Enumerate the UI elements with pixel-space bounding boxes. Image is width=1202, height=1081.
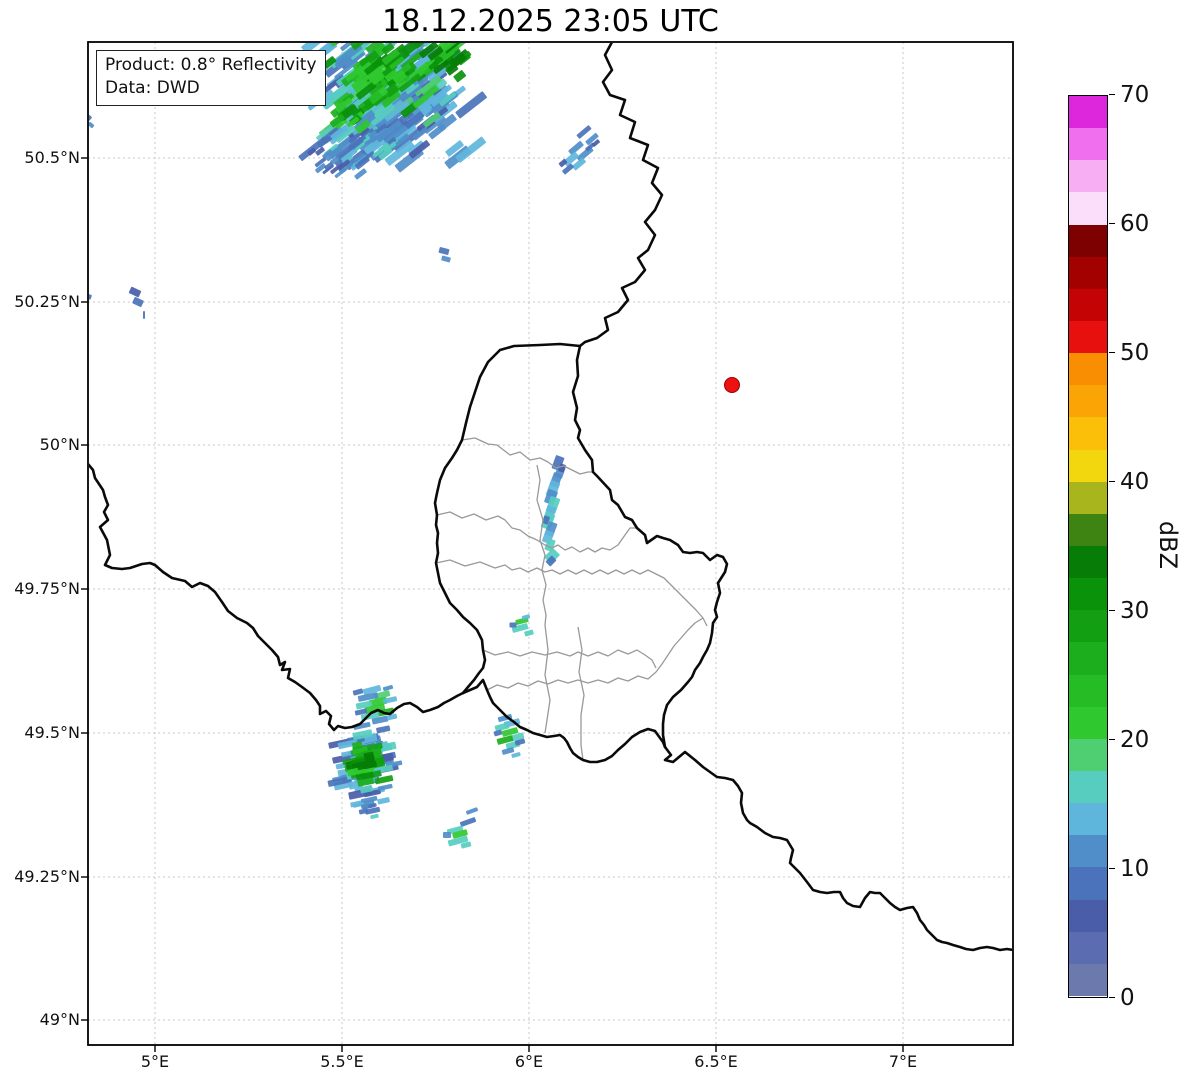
colorbar-segment — [1069, 321, 1107, 354]
colorbar-segment — [1069, 224, 1107, 258]
radar-echo-cluster-border-cell — [558, 125, 600, 175]
colorbar-tick — [1109, 94, 1115, 95]
x-tick-label: 5°E — [140, 1052, 170, 1071]
colorbar-tick — [1109, 997, 1115, 998]
country-border-path — [433, 342, 582, 695]
country-border-path — [578, 43, 664, 348]
radar-site-marker — [724, 377, 740, 393]
colorbar-segment — [1069, 160, 1107, 193]
colorbar-segment — [1069, 963, 1107, 997]
country-border-path — [89, 463, 465, 732]
y-tick-label: 49.5°N — [24, 723, 80, 742]
colorbar-segment — [1069, 481, 1107, 515]
colorbar-tick — [1109, 223, 1115, 224]
colorbar-segment — [1069, 353, 1107, 386]
colorbar-tick — [1109, 481, 1115, 482]
y-tick-label: 49.75°N — [14, 579, 80, 598]
colorbar-segment — [1069, 835, 1107, 868]
country-border-path — [461, 678, 667, 764]
colorbar-segment — [1069, 642, 1107, 676]
district-border-path — [577, 626, 585, 761]
colorbar-tick-label: 20 — [1120, 727, 1150, 753]
radar-echo-cluster-luxembourg-line-echo — [540, 455, 566, 567]
y-tick-label: 49.25°N — [14, 867, 80, 886]
colorbar-segment — [1069, 899, 1107, 933]
colorbar-segment — [1069, 417, 1107, 451]
product-info-box: Product: 0.8° Reflectivity Data: DWD — [96, 50, 326, 106]
colorbar-segment — [1069, 931, 1107, 965]
district-border-path — [436, 511, 637, 553]
colorbar-tick — [1109, 352, 1115, 353]
colorbar-tick — [1109, 610, 1115, 611]
colorbar — [1068, 95, 1108, 998]
colorbar-tick-label: 0 — [1120, 985, 1135, 1011]
colorbar-tick-label: 70 — [1120, 82, 1150, 108]
colorbar-segment — [1069, 867, 1107, 901]
y-tick-label: 50°N — [39, 435, 80, 454]
x-tick-label: 6°E — [514, 1052, 544, 1071]
country-border-path — [571, 344, 729, 749]
colorbar-segment — [1069, 96, 1107, 129]
y-tick-label: 50.5°N — [24, 148, 80, 167]
district-border-path — [544, 624, 551, 734]
colorbar-segment — [1069, 513, 1107, 547]
data-source-line: Data: DWD — [105, 78, 200, 99]
radar-echo-cluster-sw-upper-cell — [352, 684, 398, 725]
district-border-path — [435, 559, 708, 627]
colorbar-segment — [1069, 385, 1107, 418]
colorbar-tick-label: 30 — [1120, 598, 1150, 624]
colorbar-tick — [1109, 739, 1115, 740]
colorbar-tick-label: 40 — [1120, 469, 1150, 495]
colorbar-segment — [1069, 578, 1107, 611]
x-tick-label: 7°E — [888, 1052, 918, 1071]
radar-map — [81, 41, 1014, 1052]
colorbar-segment — [1069, 546, 1107, 579]
radar-echo-cluster-south-border-cell — [493, 713, 526, 758]
colorbar-segment — [1069, 256, 1107, 290]
radar-echo-cluster-nw-storm-area — [298, 43, 487, 180]
y-tick-label: 50.25°N — [14, 292, 80, 311]
radar-figure: { "title": "18.12.2025 23:05 UTC", "prod… — [0, 0, 1202, 1081]
colorbar-segment — [1069, 803, 1107, 836]
colorbar-segment — [1069, 449, 1107, 483]
colorbar-segment — [1069, 610, 1107, 643]
colorbar-segment — [1069, 706, 1107, 740]
colorbar-segment — [1069, 738, 1107, 772]
x-tick-label: 6.5°E — [694, 1052, 738, 1071]
colorbar-tick-label: 50 — [1120, 340, 1150, 366]
colorbar-segment — [1069, 128, 1107, 161]
colorbar-tick — [1109, 868, 1115, 869]
x-tick-label: 5.5°E — [320, 1052, 364, 1071]
colorbar-tick-label: 60 — [1120, 211, 1150, 237]
radar-echoes — [89, 43, 600, 849]
radar-echo-cluster-west-center-cell — [509, 614, 534, 637]
colorbar-segment — [1069, 674, 1107, 708]
colorbar-tick-label: 10 — [1120, 856, 1150, 882]
colorbar-segment — [1069, 771, 1107, 804]
district-borders — [435, 437, 708, 761]
axis-ticks — [81, 157, 904, 1052]
district-border-path — [482, 649, 657, 669]
product-line: Product: 0.8° Reflectivity — [105, 55, 317, 75]
radar-echo-cluster-bottom-center-cell — [443, 807, 479, 849]
country-border-path — [663, 745, 1012, 952]
radar-echo-cluster-sw-storm-cells — [327, 721, 403, 820]
colorbar-segment — [1069, 288, 1107, 322]
y-tick-label: 49°N — [39, 1010, 80, 1029]
colorbar-segment — [1069, 192, 1107, 226]
district-border-path — [461, 437, 593, 475]
colorbar-axis-label: dBZ — [1154, 520, 1182, 570]
